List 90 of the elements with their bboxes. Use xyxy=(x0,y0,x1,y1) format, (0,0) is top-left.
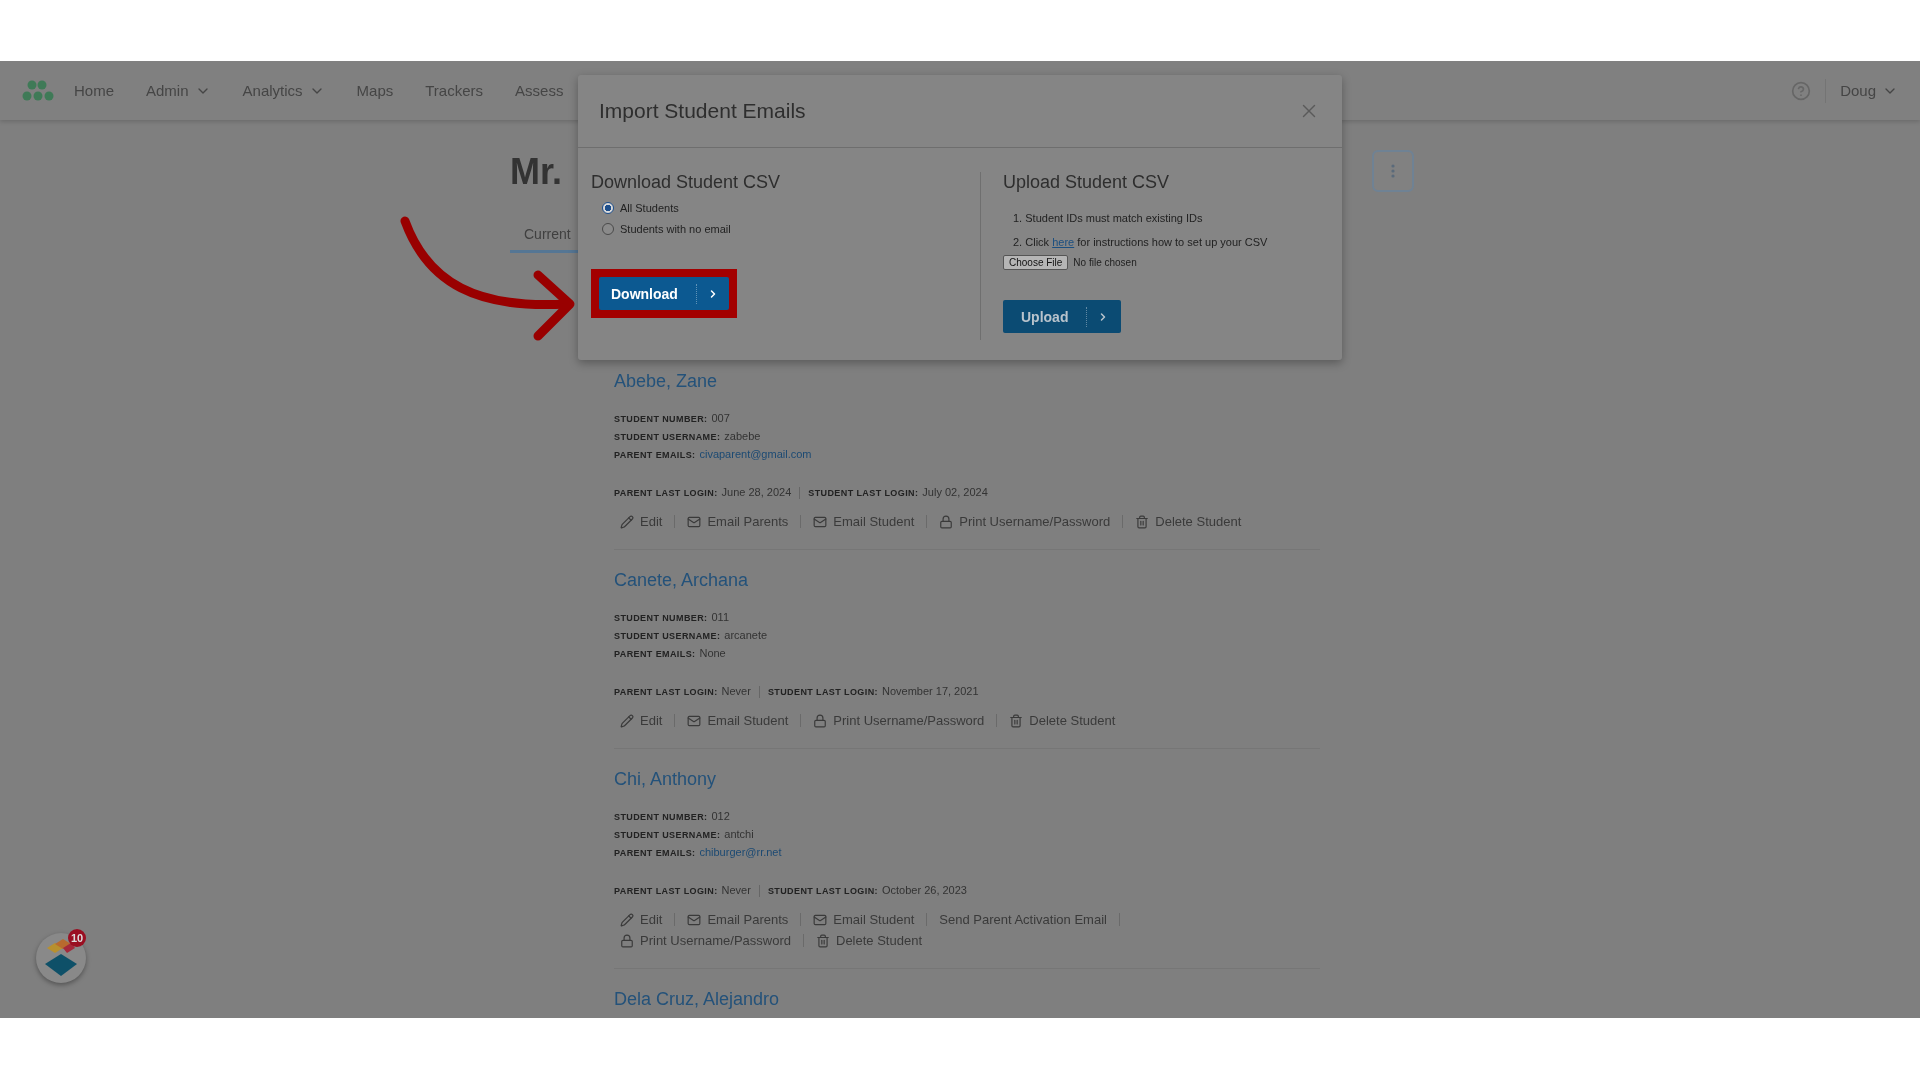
field-value: antchi xyxy=(724,828,754,840)
action-link[interactable]: Edit xyxy=(620,713,663,728)
help-link[interactable]: here xyxy=(1052,236,1075,248)
download-button[interactable]: Download xyxy=(599,277,729,310)
section-heading: Download Student CSV xyxy=(591,172,782,193)
email-link[interactable]: civaparent@gmail.com xyxy=(699,448,812,460)
section-heading: Upload Student CSV xyxy=(1003,172,1171,193)
action-link[interactable]: Delete Student xyxy=(816,933,922,948)
lock-icon xyxy=(813,713,828,728)
trash-icon xyxy=(1009,713,1024,728)
field-label: STUDENT LAST LOGIN: xyxy=(808,488,919,498)
field-label: PARENT LAST LOGIN: xyxy=(614,886,718,896)
field-value: zabebe xyxy=(724,430,761,442)
field-value: Never xyxy=(721,685,751,697)
action-link[interactable]: Edit xyxy=(620,912,663,927)
field-value: 012 xyxy=(711,810,730,822)
envelope-icon xyxy=(687,713,702,728)
radio-label[interactable]: Students with no email xyxy=(620,223,731,235)
envelope-icon xyxy=(813,912,828,927)
trash-icon xyxy=(816,933,830,948)
file-status: No file chosen xyxy=(1073,257,1137,268)
field-value: 007 xyxy=(711,412,730,424)
lock-icon xyxy=(939,514,954,529)
action-link[interactable]: Print Username/Password xyxy=(939,514,1111,529)
radio-label[interactable]: All Students xyxy=(620,202,679,214)
field-label: STUDENT USERNAME: xyxy=(614,830,721,840)
action-link[interactable]: Delete Student xyxy=(1009,713,1116,728)
nav-link[interactable]: Analytics xyxy=(242,82,325,99)
nav-link[interactable]: Assess xyxy=(515,82,564,99)
logo-icon[interactable] xyxy=(22,79,56,102)
action-link[interactable]: Email Student xyxy=(687,713,789,728)
action-link[interactable]: Email Student xyxy=(813,514,915,529)
upload-button[interactable]: Upload xyxy=(1003,300,1122,333)
choose-file-button[interactable]: Choose File xyxy=(1003,255,1069,270)
field-label: STUDENT LAST LOGIN: xyxy=(767,886,878,896)
field-label: STUDENT NUMBER: xyxy=(614,414,708,424)
field-label: STUDENT NUMBER: xyxy=(614,812,708,822)
field-label: PARENT EMAILS: xyxy=(614,649,696,659)
field-label: PARENT EMAILS: xyxy=(614,450,696,460)
field-value: July 02, 2024 xyxy=(922,486,988,498)
trash-icon xyxy=(1135,514,1150,529)
field-label: STUDENT USERNAME: xyxy=(614,432,721,442)
email-link[interactable]: chiburger@rr.net xyxy=(699,846,782,858)
action-link[interactable]: Print Username/Password xyxy=(620,933,791,948)
nav-link[interactable]: Maps xyxy=(356,82,394,99)
action-link[interactable]: Print Username/Password xyxy=(813,713,985,728)
pencil-icon xyxy=(620,514,634,529)
pencil-icon xyxy=(620,713,634,728)
lock-icon xyxy=(620,933,634,948)
nav-link[interactable]: Home xyxy=(74,82,114,99)
action-link[interactable]: Delete Student xyxy=(1135,514,1242,529)
field-label: STUDENT USERNAME: xyxy=(614,631,721,641)
field-value: November 17, 2021 xyxy=(881,685,979,697)
student-name[interactable]: Dela Cruz, Alejandro xyxy=(614,989,1320,1010)
student-name[interactable]: Abebe, Zane xyxy=(614,371,1320,392)
dialog-title: Import Student Emails xyxy=(599,99,806,123)
field-label: PARENT EMAILS: xyxy=(614,848,696,858)
envelope-icon xyxy=(687,912,702,927)
nav-link[interactable]: Trackers xyxy=(425,82,484,99)
nav-link[interactable]: Admin xyxy=(146,82,211,99)
pencil-icon xyxy=(620,912,634,927)
field-value: October 26, 2023 xyxy=(881,884,967,896)
radio-button[interactable] xyxy=(602,202,614,214)
action-link[interactable]: Email Parents xyxy=(687,912,789,927)
field-value: arcanete xyxy=(724,629,768,641)
action-link[interactable]: Edit xyxy=(620,514,663,529)
notification-badge: 10 xyxy=(68,929,87,947)
student-name[interactable]: Canete, Archana xyxy=(614,570,1320,591)
field-value: June 28, 2024 xyxy=(721,486,792,498)
action-link[interactable]: Email Student xyxy=(813,912,915,927)
envelope-icon xyxy=(813,514,828,529)
user-menu[interactable]: Doug xyxy=(1840,82,1898,99)
action-link[interactable]: Email Parents xyxy=(687,514,789,529)
field-value: 011 xyxy=(711,611,730,623)
action-link[interactable]: Send Parent Activation Email xyxy=(939,912,1107,927)
page-title: Mr. xyxy=(510,150,562,194)
field-value: None xyxy=(699,647,726,659)
instruction-step: 1. Student IDs must match existing IDs xyxy=(1013,206,1268,230)
field-label: STUDENT LAST LOGIN: xyxy=(767,687,878,697)
instruction-step: 2. Click here for instructions how to set up your CSV xyxy=(1013,230,1268,254)
envelope-icon xyxy=(687,514,702,529)
field-label: PARENT LAST LOGIN: xyxy=(614,488,718,498)
more-options-button[interactable] xyxy=(1372,150,1414,192)
field-value: Never xyxy=(721,884,751,896)
field-label: PARENT LAST LOGIN: xyxy=(614,687,718,697)
help-icon[interactable] xyxy=(1791,80,1812,101)
student-name[interactable]: Chi, Anthony xyxy=(614,769,1320,790)
radio-button[interactable] xyxy=(602,223,614,235)
kebab-icon xyxy=(1391,164,1395,178)
field-label: STUDENT NUMBER: xyxy=(614,613,708,623)
